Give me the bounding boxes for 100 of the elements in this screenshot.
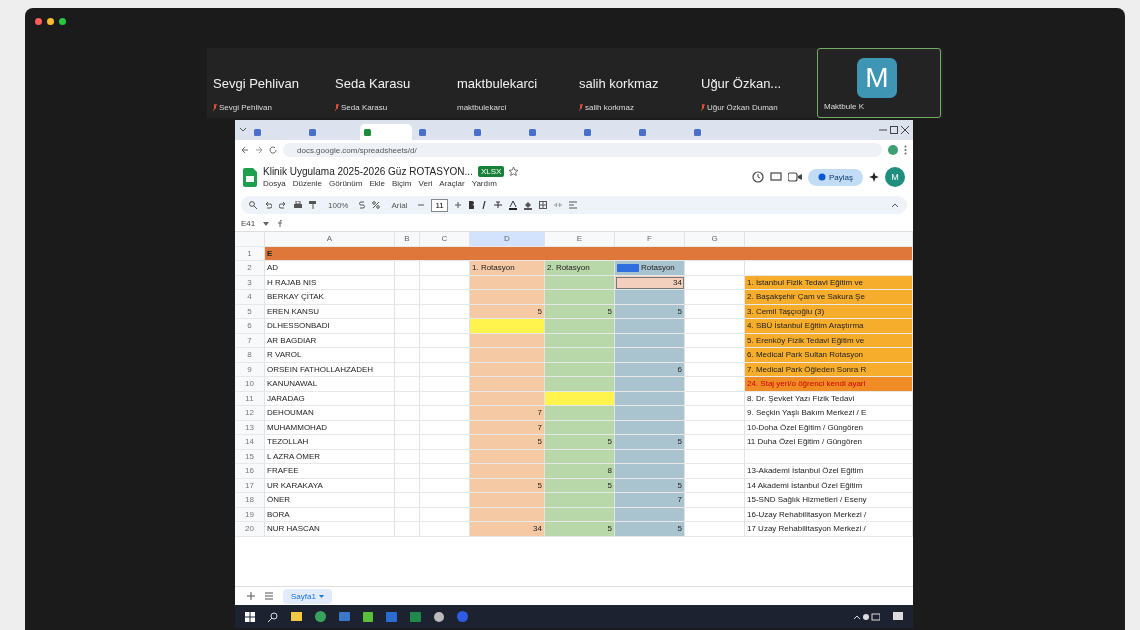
column-header[interactable]: B: [395, 232, 420, 247]
column-header[interactable]: D: [470, 232, 545, 247]
collapse-icon[interactable]: [891, 202, 899, 208]
reload-icon[interactable]: [269, 146, 277, 154]
share-button[interactable]: Paylaş: [808, 168, 863, 186]
participant-tile[interactable]: Sevgi Pehlivan Sevgi Pehlivan: [207, 48, 329, 118]
participant-tile[interactable]: maktbulekarci maktbulekarci: [451, 48, 573, 118]
zoom-dropdown[interactable]: 100%: [324, 200, 353, 210]
address-bar[interactable]: docs.google.com/spreadsheets/d/: [283, 143, 882, 157]
table-cell: 9. Seçkin Yaşlı Bakım Merkezi / E: [745, 406, 913, 421]
table-cell: DEHOUMAN: [265, 406, 395, 421]
sheets-logo-icon[interactable]: [243, 167, 257, 187]
percent-icon[interactable]: [372, 201, 381, 209]
redo-icon[interactable]: [279, 201, 287, 209]
strikethrough-icon[interactable]: [493, 201, 502, 209]
table-cell: TEZOLLAH: [265, 435, 395, 450]
browser-icon[interactable]: [315, 611, 326, 622]
meeting-app-icon[interactable]: [457, 611, 468, 622]
italic-icon[interactable]: [480, 201, 487, 209]
tab-favicon-icon: [309, 128, 316, 136]
comment-icon[interactable]: [770, 171, 782, 183]
maximize-icon[interactable]: [890, 126, 898, 134]
participant-tile[interactable]: Seda Karasu Seda Karasu: [329, 48, 451, 118]
menu-item[interactable]: Veri: [418, 179, 433, 188]
muted-mic-icon: [335, 104, 339, 111]
sheet-tab[interactable]: Sayfa1: [283, 588, 332, 604]
windows-start-icon[interactable]: [245, 611, 255, 622]
cell-reference[interactable]: E41: [241, 219, 256, 228]
table-cell: 6. Medical Park Sultan Rotasyon: [745, 348, 913, 363]
participant-tile[interactable]: Uğur Özkan... Uğur Özkan Duman: [695, 48, 817, 118]
text-color-icon[interactable]: [508, 200, 517, 210]
font-dropdown[interactable]: Arial: [387, 200, 412, 210]
account-avatar[interactable]: M: [885, 167, 905, 187]
undo-icon[interactable]: [264, 201, 272, 209]
close-button[interactable]: [35, 18, 42, 25]
table-cell: BORA: [265, 507, 395, 522]
search-icon[interactable]: [249, 201, 257, 209]
tab-list-icon[interactable]: [239, 127, 247, 133]
column-header[interactable]: E: [545, 232, 615, 247]
history-icon[interactable]: [752, 171, 764, 183]
fill-color-icon[interactable]: [523, 200, 532, 210]
table-cell: [395, 493, 420, 508]
column-header[interactable]: A: [265, 232, 395, 247]
participant-tile[interactable]: salih korkmaz salih korkmaz: [573, 48, 695, 118]
sparkle-icon[interactable]: [869, 172, 879, 182]
row-number: 12: [235, 406, 265, 421]
close-icon[interactable]: [901, 126, 909, 134]
browser-tab[interactable]: [360, 124, 412, 140]
minimize-button[interactable]: [47, 18, 54, 25]
search-icon[interactable]: [268, 611, 278, 622]
app-icon[interactable]: [434, 611, 444, 622]
chat-app-icon[interactable]: [363, 611, 373, 622]
extension-icon[interactable]: [888, 145, 898, 155]
menu-item[interactable]: Araçlar: [439, 179, 465, 188]
table-cell: [685, 507, 745, 522]
bold-icon[interactable]: [467, 201, 474, 209]
table-cell: [685, 261, 745, 276]
tray-icons-drawing[interactable]: [854, 612, 880, 621]
menu-item[interactable]: Dosya: [263, 179, 286, 188]
menu-item[interactable]: Görünüm: [329, 179, 363, 188]
table-cell: [545, 406, 615, 421]
participant-caption: Sevgi Pehlivan: [219, 103, 272, 112]
menu-item[interactable]: Düzenle: [292, 179, 323, 188]
column-header[interactable]: F: [615, 232, 685, 247]
video-icon[interactable]: [788, 172, 802, 182]
borders-icon[interactable]: [538, 201, 547, 209]
row-number: 18: [235, 493, 265, 508]
table-cell: EREN KANSU: [265, 304, 395, 319]
currency-icon[interactable]: [359, 201, 366, 209]
forward-icon[interactable]: [255, 146, 263, 154]
word-app-icon[interactable]: [386, 611, 397, 622]
notification-icon[interactable]: [893, 611, 903, 622]
table-cell: [685, 522, 745, 537]
table-cell: [545, 319, 615, 334]
menu-item[interactable]: Ekle: [369, 179, 385, 188]
merge-cells-icon[interactable]: [553, 201, 562, 209]
table-cell: [395, 377, 420, 392]
menu-item[interactable]: Biçim: [391, 179, 412, 188]
table-cell: L AZRA ÖMER: [265, 449, 395, 464]
row-number: 6: [235, 319, 265, 334]
add-sheet-icon[interactable]: [247, 592, 255, 600]
paint-roller-icon[interactable]: [309, 201, 317, 209]
table-cell: 11 Duha Özel Eğitim / Güngören: [745, 435, 913, 450]
back-icon[interactable]: [241, 146, 249, 154]
document-title[interactable]: Klinik Uygulama 2025-2026 Güz ROTASYON...: [263, 166, 473, 177]
column-header[interactable]: C: [420, 232, 470, 247]
column-header[interactable]: G: [685, 232, 745, 247]
table-cell: [685, 420, 745, 435]
zoom-button[interactable]: [59, 18, 66, 25]
excel-app-icon[interactable]: [410, 611, 421, 622]
menu-item[interactable]: Yardım: [471, 179, 497, 188]
font-size-field[interactable]: 11: [431, 198, 448, 212]
star-icon[interactable]: [509, 167, 519, 176]
participant-tile[interactable]: M Maktbule K: [817, 48, 941, 118]
table-cell: BERKAY ÇİTAK: [265, 290, 395, 305]
more-icon[interactable]: [904, 145, 907, 155]
plus-icon[interactable]: [454, 202, 461, 208]
caret-icon[interactable]: [263, 221, 270, 226]
table-cell: 1. Rotasyon: [470, 261, 545, 276]
print-icon[interactable]: [294, 201, 302, 209]
